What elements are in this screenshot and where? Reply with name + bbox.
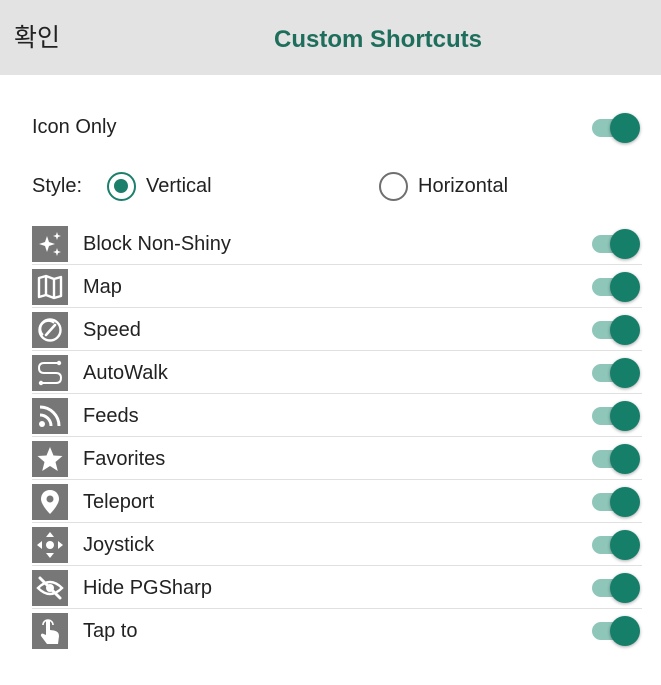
shortcut-item-speed: Speed: [32, 308, 642, 351]
shortcut-item-hide-pgsharp: Hide PGSharp: [32, 566, 642, 609]
shortcut-item-map: Map: [32, 265, 642, 308]
shortcut-item-autowalk: AutoWalk: [32, 351, 642, 394]
shortcut-label: Feeds: [83, 405, 139, 427]
icon-only-toggle[interactable]: [590, 111, 642, 145]
toggle-thumb: [610, 229, 640, 259]
shortcut-toggle-teleport[interactable]: [590, 485, 642, 519]
style-horizontal-label: Horizontal: [418, 174, 509, 197]
shortcut-toggle-block-non-shiny[interactable]: [590, 227, 642, 261]
location-pin-icon: [32, 484, 68, 520]
shortcut-toggle-speed[interactable]: [590, 313, 642, 347]
style-row: Style: Vertical Horizontal: [32, 165, 642, 207]
style-horizontal-radio[interactable]: Horizontal: [379, 171, 508, 201]
toggle-thumb: [610, 616, 640, 646]
shortcut-item-joystick: Joystick: [32, 523, 642, 566]
style-label: Style:: [32, 175, 83, 197]
shortcut-label: Map: [83, 276, 122, 298]
route-icon: [32, 355, 68, 391]
shortcut-toggle-joystick[interactable]: [590, 528, 642, 562]
rss-icon: [32, 398, 68, 434]
shortcut-item-feeds: Feeds: [32, 394, 642, 437]
shortcut-item-tap-to: Tap to: [32, 609, 642, 652]
shortcut-label: Teleport: [83, 491, 155, 513]
shortcut-toggle-feeds[interactable]: [590, 399, 642, 433]
shortcut-label: AutoWalk: [83, 362, 168, 384]
sparkle-icon: [32, 226, 68, 262]
shortcut-label: Hide PGSharp: [83, 577, 212, 599]
shortcut-toggle-hide-pgsharp[interactable]: [590, 571, 642, 605]
toggle-thumb: [610, 272, 640, 302]
eye-off-icon: [32, 570, 68, 606]
toggle-thumb: [610, 113, 640, 143]
shortcut-item-block-non-shiny: Block Non-Shiny: [32, 222, 642, 265]
shortcut-toggle-map[interactable]: [590, 270, 642, 304]
shortcut-list: Block Non-Shiny Map Speed AutoWalk Feeds: [32, 222, 642, 652]
shortcut-label: Favorites: [83, 448, 166, 470]
toggle-thumb: [610, 530, 640, 560]
shortcut-toggle-autowalk[interactable]: [590, 356, 642, 390]
toggle-thumb: [610, 358, 640, 388]
icon-only-label: Icon Only: [32, 116, 117, 138]
speedometer-icon: [32, 312, 68, 348]
header-bar: 확인 Custom Shortcuts: [0, 0, 661, 75]
shortcut-label: Speed: [83, 319, 141, 341]
toggle-thumb: [610, 487, 640, 517]
shortcut-toggle-tap-to[interactable]: [590, 614, 642, 648]
toggle-thumb: [610, 444, 640, 474]
shortcut-item-teleport: Teleport: [32, 480, 642, 523]
toggle-thumb: [610, 315, 640, 345]
shortcut-label: Joystick: [83, 534, 155, 556]
radio-unchecked-icon: [379, 171, 408, 201]
radio-checked-icon: [107, 171, 136, 201]
joystick-icon: [32, 527, 68, 563]
icon-only-row: Icon Only: [32, 108, 642, 148]
toggle-thumb: [610, 573, 640, 603]
shortcut-item-favorites: Favorites: [32, 437, 642, 480]
tap-hand-icon: [32, 613, 68, 649]
shortcut-label: Tap to: [83, 620, 138, 642]
page-title: Custom Shortcuts: [273, 26, 482, 53]
shortcut-toggle-favorites[interactable]: [590, 442, 642, 476]
style-vertical-label: Vertical: [146, 174, 212, 197]
map-icon: [32, 269, 68, 305]
shortcut-label: Block Non-Shiny: [83, 233, 231, 255]
toggle-thumb: [610, 401, 640, 431]
style-vertical-radio[interactable]: Vertical: [107, 171, 212, 201]
star-icon: [32, 441, 68, 477]
